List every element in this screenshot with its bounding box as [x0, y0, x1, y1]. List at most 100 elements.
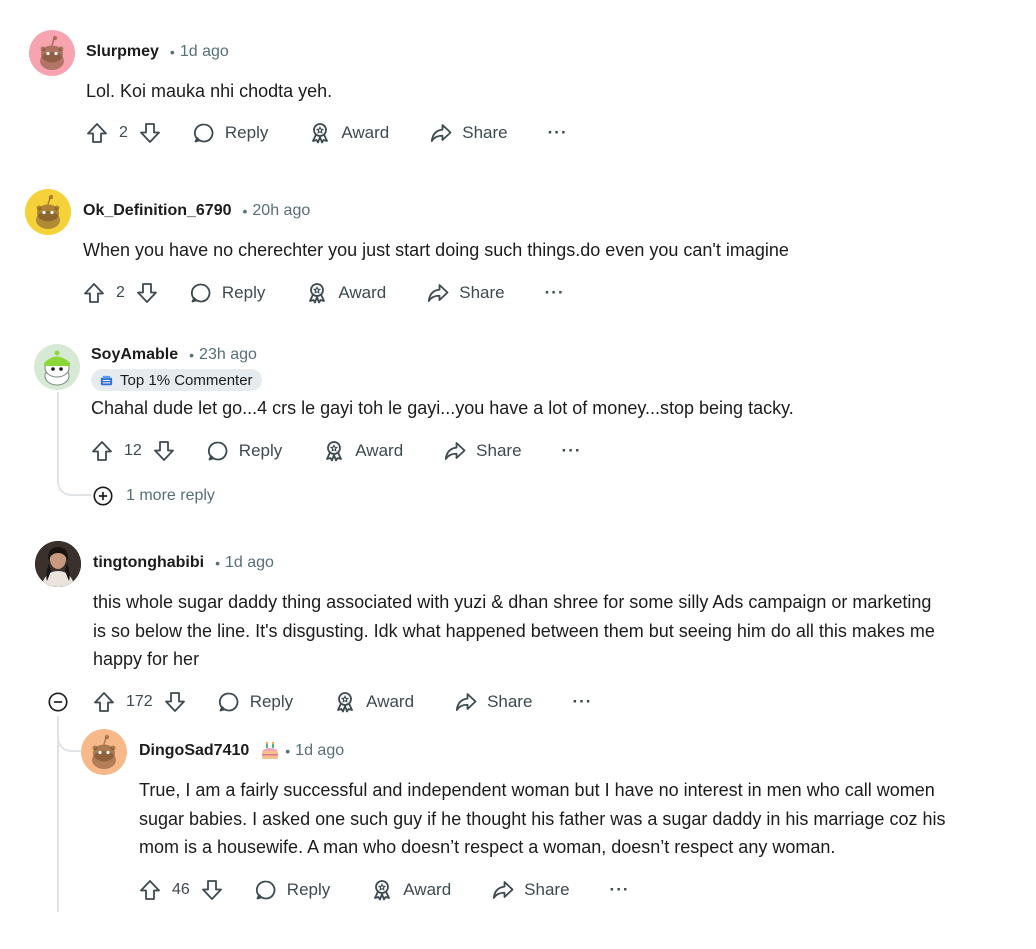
- reply-label: Reply: [249, 692, 294, 711]
- reply-bubble-icon: [206, 439, 230, 463]
- reply-button[interactable]: Reply: [206, 439, 282, 463]
- snoo-avatar-icon: [44, 350, 70, 386]
- timestamp[interactable]: 1d ago: [180, 43, 229, 61]
- share-button[interactable]: Share: [454, 690, 532, 714]
- award-label: Award: [366, 692, 415, 711]
- separator-dot: •: [169, 44, 175, 60]
- comment-line: mom is a housewife. A man who doesn’t re…: [139, 837, 836, 857]
- reply-button[interactable]: Reply: [217, 690, 293, 714]
- comment-text: Lol. Koi mauka nhi chodta yeh.: [86, 81, 333, 101]
- comment-body: When you have no cherechter you just sta…: [83, 236, 789, 265]
- vote-count: 2: [119, 124, 128, 141]
- downvote-icon[interactable]: [135, 281, 159, 305]
- reply-label: Reply: [286, 880, 331, 899]
- more-options-button[interactable]: ···: [545, 283, 565, 303]
- collapse-thread-button[interactable]: [47, 691, 69, 713]
- top-commenter-badge[interactable]: Top 1% Commenter: [91, 369, 262, 391]
- avatar[interactable]: [29, 30, 75, 76]
- avatar[interactable]: [34, 344, 80, 390]
- timestamp[interactable]: 20h ago: [252, 202, 310, 220]
- share-button[interactable]: Share: [491, 878, 570, 902]
- timestamp[interactable]: 1d ago: [295, 742, 344, 760]
- downvote-icon[interactable]: [163, 690, 187, 714]
- username[interactable]: Slurpmey: [86, 43, 159, 61]
- upvote-icon[interactable]: [85, 121, 109, 145]
- more-options-button[interactable]: ···: [610, 880, 630, 900]
- vote-count: 46: [172, 881, 190, 898]
- comment-actions: 172 Reply Award Share ···: [92, 686, 592, 718]
- award-button[interactable]: Award: [322, 439, 403, 463]
- vote-count: 12: [124, 442, 142, 459]
- award-icon: [305, 281, 329, 305]
- upvote-icon[interactable]: [82, 281, 106, 305]
- snoo-avatar-icon: [25, 189, 71, 235]
- award-label: Award: [341, 123, 390, 142]
- more-options-button[interactable]: ···: [562, 441, 582, 461]
- award-button[interactable]: Award: [308, 121, 389, 145]
- username[interactable]: Ok_Definition_6790: [83, 202, 232, 220]
- downvote-icon[interactable]: [152, 439, 176, 463]
- share-arrow-icon: [429, 121, 453, 145]
- avatar[interactable]: [25, 189, 71, 235]
- comment-line: sugar babies. I asked one such guy if he…: [139, 808, 946, 829]
- snoo-avatar-icon: [81, 729, 127, 775]
- comment-actions: 2 Reply Award Share ···: [85, 117, 568, 149]
- username[interactable]: SoyAmable: [91, 346, 178, 364]
- vote-count: 172: [126, 693, 153, 710]
- upvote-icon[interactable]: [92, 690, 116, 714]
- reply-label: Reply: [221, 283, 266, 302]
- username[interactable]: DingoSad7410: [139, 742, 249, 760]
- timestamp[interactable]: 23h ago: [199, 346, 257, 364]
- comment-text: When you have no cherechter you just sta…: [83, 240, 789, 260]
- vote-group: 172: [92, 690, 187, 714]
- comment-actions: 2 Reply Award Share ···: [82, 277, 565, 309]
- reply-label: Reply: [238, 441, 283, 460]
- reply-button[interactable]: Reply: [192, 121, 268, 145]
- upvote-icon[interactable]: [90, 439, 114, 463]
- share-label: Share: [476, 441, 522, 460]
- award-icon: [322, 439, 346, 463]
- downvote-icon[interactable]: [200, 878, 224, 902]
- share-arrow-icon: [491, 878, 515, 902]
- timestamp[interactable]: 1d ago: [225, 554, 274, 572]
- award-icon: [333, 690, 357, 714]
- more-replies-button[interactable]: 1 more reply: [92, 485, 215, 507]
- avatar[interactable]: [81, 729, 127, 775]
- reply-bubble-icon: [217, 690, 241, 714]
- award-button[interactable]: Award: [333, 690, 414, 714]
- share-button[interactable]: Share: [443, 439, 522, 463]
- badge-label: Top 1% Commenter: [120, 371, 253, 389]
- share-label: Share: [524, 880, 570, 899]
- thread-line-elbow: [57, 716, 81, 752]
- award-label: Award: [338, 283, 387, 302]
- award-label: Award: [403, 880, 452, 899]
- vote-group: 46: [138, 878, 224, 902]
- reply-button[interactable]: Reply: [254, 878, 330, 902]
- share-label: Share: [487, 692, 533, 711]
- award-button[interactable]: Award: [305, 281, 386, 305]
- comment-line: is so below the line. It's disgusting. I…: [93, 620, 935, 641]
- more-options-button[interactable]: ···: [572, 692, 592, 712]
- share-button[interactable]: Share: [426, 281, 505, 305]
- comment-body: Chahal dude let go...4 crs le gayi toh l…: [91, 394, 794, 423]
- upvote-icon[interactable]: [138, 878, 162, 902]
- avatar[interactable]: [35, 541, 81, 587]
- comment-body: Lol. Koi mauka nhi chodta yeh.: [86, 77, 332, 106]
- share-arrow-icon: [443, 439, 467, 463]
- username[interactable]: tingtonghabibi: [93, 554, 204, 572]
- comment-text: Chahal dude let go...4 crs le gayi toh l…: [91, 398, 794, 418]
- comment-actions: 46 Reply Award Share ···: [138, 874, 630, 906]
- more-options-button[interactable]: ···: [548, 123, 568, 143]
- reply-button[interactable]: Reply: [189, 281, 265, 305]
- award-icon: [308, 121, 332, 145]
- vote-group: 2: [85, 121, 162, 145]
- share-button[interactable]: Share: [429, 121, 508, 145]
- more-replies-label: 1 more reply: [126, 487, 215, 504]
- separator-dot: •: [189, 347, 195, 363]
- profile-photo: [35, 541, 81, 587]
- comment-body: True, I am a fairly successful and indep…: [139, 776, 945, 862]
- downvote-icon[interactable]: [138, 121, 162, 145]
- thread-line[interactable]: [57, 392, 59, 478]
- separator-dot: •: [215, 555, 220, 571]
- award-button[interactable]: Award: [370, 878, 451, 902]
